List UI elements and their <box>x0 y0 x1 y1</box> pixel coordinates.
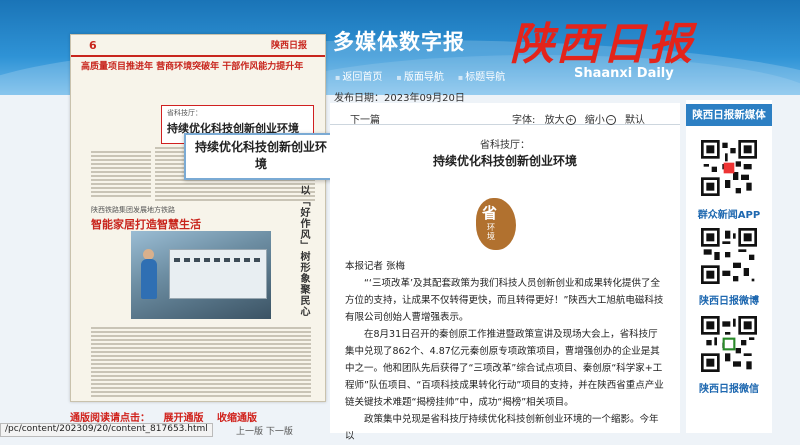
article-paragraph: 在8月31日召开的秦创原工作推进暨政策宣讲及现场大会上，省科技厅集中兑现了862… <box>345 329 664 408</box>
font-larger-button[interactable]: 放大 + <box>545 115 576 126</box>
text-column[interactable] <box>91 149 151 199</box>
publish-date: 发布日期：2023年09月20日 <box>334 93 465 104</box>
article-title: 持续优化科技创新创业环境 <box>432 154 577 168</box>
qr-code-icon[interactable] <box>701 228 757 284</box>
machine-shape <box>169 249 267 299</box>
paper-logo: 陕西日报 <box>271 41 308 51</box>
nav-title-link[interactable]: 标题导航 <box>456 66 517 85</box>
vertical-headline[interactable]: 以「好作风」树形象聚民心 <box>297 185 311 325</box>
article-paragraph: “‘三项改革’及其配套政策为我们科技人员创新创业和成果转化提供了全方位的支持，让… <box>345 278 664 323</box>
article-paragraph: 政策集中兑现是省科技厅持续优化科技创新创业环境的一个缩影。今年以 <box>345 414 659 442</box>
sidebar-item-app[interactable]: 群众新闻APP <box>686 206 772 221</box>
font-default-button[interactable]: 默认 <box>625 115 645 126</box>
article-title-tooltip: 持续优化科技创新创业环境 <box>184 133 337 180</box>
nav-home-link[interactable]: 返回首页 <box>333 66 394 85</box>
newspaper-page-view[interactable]: 6 陕西日报 高质量项目推进年 营商环境突破年 干部作风能力提升年 省科技厅： … <box>70 34 326 402</box>
top-navigation: 返回首页 版面导航 标题导航 <box>333 66 517 85</box>
article-kicker: 省科技厅： <box>480 140 530 151</box>
page-number: 6 <box>89 39 97 52</box>
font-smaller-button[interactable]: 缩小 − <box>585 115 616 126</box>
status-bar-url: /pc/content/202309/20/content_817653.htm… <box>0 423 213 437</box>
text-column[interactable] <box>91 325 311 399</box>
new-media-sidebar: 陕西日报新媒体 群众新闻APP 陕西日报微博 陕西日报微信 <box>686 100 772 433</box>
seal-logo: 省 环境 <box>470 190 520 252</box>
article-toolbar: 下一篇 字体: 放大 + 缩小 − 默认 <box>330 108 680 126</box>
page-pagination[interactable]: 上一版 下一版 <box>236 424 293 437</box>
seal-subtext: 环境 <box>487 223 495 241</box>
next-article-link[interactable]: 下一篇 <box>350 111 380 126</box>
font-controls: 字体: 放大 + 缩小 − 默认 <box>512 111 645 126</box>
sidebar-item-wechat[interactable]: 陕西日报微信 <box>686 380 772 395</box>
hotspot-kicker: 省科技厅： <box>167 109 202 117</box>
section-kicker: 陕西铁路集团发展地方铁路 <box>91 206 175 214</box>
article-body: 本报记者 张梅 “‘三项改革’及其配套政策为我们科技人员创新创业和成果转化提供了… <box>345 258 667 445</box>
collapse-spread-link[interactable]: 收缩通版 <box>217 413 257 424</box>
qr-code-icon[interactable] <box>701 316 757 372</box>
seal-character: 省 <box>482 204 498 222</box>
worker-figure <box>141 259 157 299</box>
nav-page-link[interactable]: 版面导航 <box>394 66 455 85</box>
font-label: 字体: <box>512 115 536 126</box>
site-title: 多媒体数字报 <box>333 30 465 54</box>
plus-icon: + <box>565 115 576 125</box>
qr-code-icon[interactable] <box>701 140 757 196</box>
sidebar-header: 陕西日报新媒体 <box>686 104 772 126</box>
headline-strip[interactable]: 高质量项目推进年 营商环境突破年 干部作风能力提升年 <box>81 59 321 72</box>
sidebar-item-weibo[interactable]: 陕西日报微博 <box>686 292 772 307</box>
news-photo[interactable] <box>131 231 271 319</box>
spread-reading-links: 通版阅读请点击： 展开通版 收缩通版 <box>70 409 257 424</box>
brand-english-name: Shaanxi Daily <box>574 66 674 81</box>
minus-icon: − <box>605 115 616 125</box>
tooltip-text: 持续优化科技创新创业环境 <box>194 140 327 171</box>
byline: 本报记者 张梅 <box>345 261 406 272</box>
brand-logo[interactable]: 陕西日报 <box>510 8 694 72</box>
section-title[interactable]: 智能家居打造智慧生活 <box>91 216 201 232</box>
